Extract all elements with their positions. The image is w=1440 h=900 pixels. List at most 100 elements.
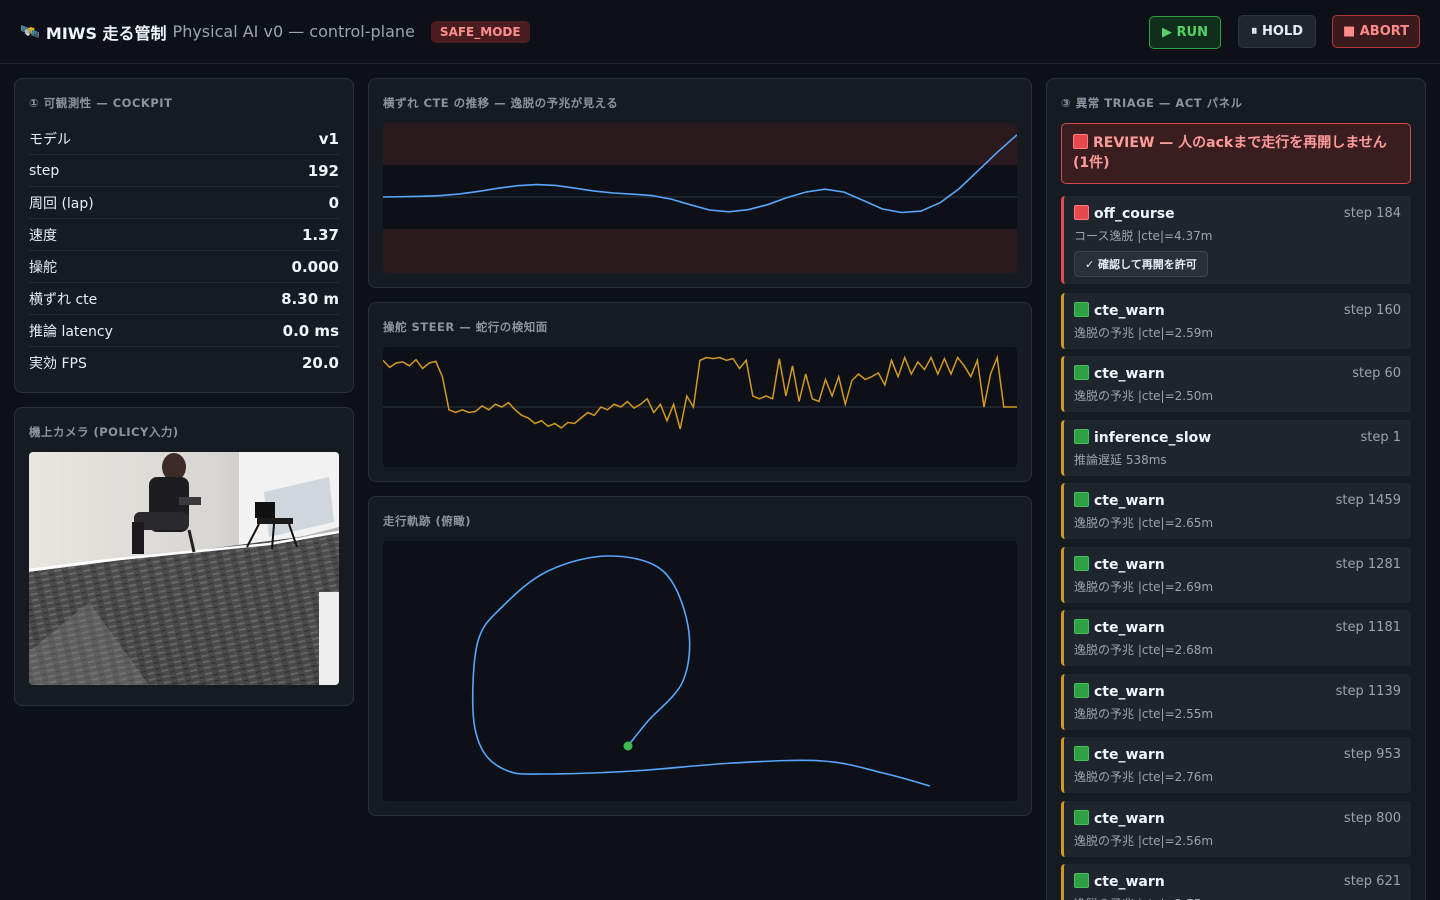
stat-row: 速度 1.37	[29, 219, 339, 251]
cte-chart-title: 横ずれ CTE の推移 — 逸脱の予兆が見える	[383, 96, 619, 110]
stat-row: モデル v1	[29, 123, 339, 155]
triage-event[interactable]: cte_warn step 60 逸脱の予兆 |cte|=2.50m	[1061, 356, 1411, 412]
triage-event[interactable]: cte_warn step 160 逸脱の予兆 |cte|=2.59m	[1061, 293, 1411, 349]
event-description: 逸脱の予兆 |cte|=2.56m	[1074, 834, 1214, 848]
cte-chart-panel: 横ずれ CTE の推移 — 逸脱の予兆が見える	[368, 78, 1032, 288]
red-square-icon	[1074, 204, 1089, 220]
event-name: cte_warn	[1094, 492, 1165, 509]
camera-title: 機上カメラ (POLICY入力)	[29, 425, 179, 439]
stat-label: 横ずれ cte	[29, 291, 98, 308]
event-step: step 1	[1360, 429, 1401, 445]
event-step: step 184	[1343, 205, 1401, 221]
triage-title: ③ 異常 TRIAGE — ACT パネル	[1061, 96, 1243, 110]
review-banner: REVIEW — 人のackまで走行を再開しません (1件)	[1061, 123, 1411, 184]
stat-row: step 192	[29, 155, 339, 187]
event-step: step 800	[1343, 810, 1401, 826]
cockpit-stats: モデル v1 step 192 周回 (lap) 0 速度 1.37 操舵 0.000 横ずれ ct…	[29, 123, 339, 379]
abort-button[interactable]: ■ ABORT	[1332, 15, 1420, 48]
green-square-icon	[1074, 872, 1089, 888]
stat-value: 20.0	[301, 354, 339, 372]
triage-event[interactable]: inference_slow step 1 推論遅延 538ms	[1061, 420, 1411, 476]
event-name: cte_warn	[1094, 746, 1165, 763]
stat-row: 操舵 0.000	[29, 251, 339, 283]
triage-event[interactable]: cte_warn step 1281 逸脱の予兆 |cte|=2.69m	[1061, 547, 1411, 603]
event-name: inference_slow	[1094, 429, 1212, 446]
green-square-icon	[1074, 809, 1089, 825]
event-name: cte_warn	[1094, 873, 1165, 890]
stat-value: v1	[318, 129, 339, 148]
event-step: step 1181	[1335, 619, 1401, 635]
cte-warn-band-low	[383, 229, 1017, 273]
track-title: 走行軌跡 (俯瞰)	[383, 514, 472, 528]
green-square-icon	[1074, 555, 1089, 571]
stat-label: 周回 (lap)	[29, 195, 94, 212]
triage-event[interactable]: cte_warn step 1459 逸脱の予兆 |cte|=2.65m	[1061, 483, 1411, 539]
green-square-icon	[1074, 428, 1089, 444]
event-description: 逸脱の予兆 |cte|=2.50m	[1074, 389, 1214, 403]
event-step: step 1281	[1335, 556, 1401, 572]
triage-event[interactable]: cte_warn step 621 逸脱の予兆 |cte|=2.75m	[1061, 864, 1411, 900]
event-step: step 1459	[1335, 492, 1401, 508]
steer-chart-title: 操舵 STEER — 蛇行の検知面	[383, 320, 548, 334]
event-name: cte_warn	[1094, 365, 1165, 382]
app-title: MIWS 走る管制	[45, 23, 167, 43]
red-square-icon	[1073, 134, 1088, 149]
triage-event[interactable]: off_course step 184 コース逸脱 |cte|=4.37m ✓ 確認し…	[1061, 196, 1411, 284]
satellite-icon: 🛰️	[20, 22, 40, 41]
event-description: 推論遅延 538ms	[1074, 453, 1167, 467]
event-step: step 953	[1343, 746, 1401, 762]
start-point-marker	[623, 741, 633, 751]
event-description: 逸脱の予兆 |cte|=2.68m	[1074, 643, 1214, 657]
stat-label: 実効 FPS	[29, 356, 87, 372]
review-text: REVIEW — 人のackまで走行を再開しません (1件)	[1073, 135, 1387, 171]
green-square-icon	[1074, 682, 1089, 698]
stat-value: 1.37	[301, 225, 339, 244]
event-description: 逸脱の予兆 |cte|=2.76m	[1074, 770, 1214, 784]
event-name: off_course	[1094, 205, 1175, 222]
event-step: step 60	[1352, 365, 1401, 381]
run-button[interactable]: ▶ RUN	[1149, 16, 1221, 49]
stat-label: 操舵	[29, 259, 57, 276]
event-description: 逸脱の予兆 |cte|=2.75m	[1074, 895, 1401, 900]
green-square-icon	[1074, 364, 1089, 380]
trajectory-path	[471, 555, 931, 787]
camera-panel: 機上カメラ (POLICY入力)	[14, 407, 354, 706]
stat-value: 0.0 ms	[282, 321, 339, 340]
event-description: 逸脱の予兆 |cte|=2.69m	[1074, 580, 1214, 594]
triage-event[interactable]: cte_warn step 1139 逸脱の予兆 |cte|=2.55m	[1061, 674, 1411, 730]
hold-button[interactable]: ⏸ HOLD	[1238, 15, 1316, 48]
event-name: cte_warn	[1094, 619, 1165, 636]
green-square-icon	[1074, 745, 1089, 761]
track-map	[383, 541, 1017, 801]
cockpit-panel: ① 可観測性 — COCKPIT モデル v1 step 192 周回 (lap) 0 速度…	[14, 78, 354, 393]
onboard-camera-image	[29, 452, 339, 685]
steer-chart-panel: 操舵 STEER — 蛇行の検知面	[368, 302, 1032, 482]
event-description: 逸脱の予兆 |cte|=2.55m	[1074, 707, 1214, 721]
safe-mode-badge: SAFE_MODE	[430, 20, 530, 43]
stat-value: 8.30 m	[281, 289, 339, 308]
event-name: cte_warn	[1094, 302, 1165, 319]
event-name: cte_warn	[1094, 810, 1165, 827]
stat-value: 0	[328, 193, 339, 212]
event-step: step 160	[1343, 302, 1401, 318]
stat-label: モデル	[29, 131, 71, 148]
stat-row: 周回 (lap) 0	[29, 187, 339, 219]
stat-label: 推論 latency	[29, 323, 113, 340]
ack-resume-button[interactable]: ✓ 確認して再開を許可	[1074, 251, 1208, 277]
stat-value: 0.000	[291, 257, 339, 276]
triage-event[interactable]: cte_warn step 1181 逸脱の予兆 |cte|=2.68m	[1061, 610, 1411, 666]
event-description: 逸脱の予兆 |cte|=2.59m	[1074, 326, 1214, 340]
event-step: step 1139	[1335, 683, 1401, 699]
triage-event[interactable]: cte_warn step 953 逸脱の予兆 |cte|=2.76m	[1061, 737, 1411, 793]
app-subtitle: Physical AI v0 — control-plane	[172, 22, 415, 41]
stat-label: step	[29, 162, 60, 179]
cte-chart	[383, 123, 1017, 273]
triage-event[interactable]: cte_warn step 800 逸脱の予兆 |cte|=2.56m	[1061, 801, 1411, 857]
stat-row: 実効 FPS 20.0	[29, 347, 339, 379]
steer-chart	[383, 347, 1017, 467]
steer-series-line	[383, 354, 1017, 430]
cte-warn-band-high	[383, 123, 1017, 165]
stat-row: 横ずれ cte 8.30 m	[29, 283, 339, 315]
green-square-icon	[1074, 618, 1089, 634]
event-name: cte_warn	[1094, 683, 1165, 700]
